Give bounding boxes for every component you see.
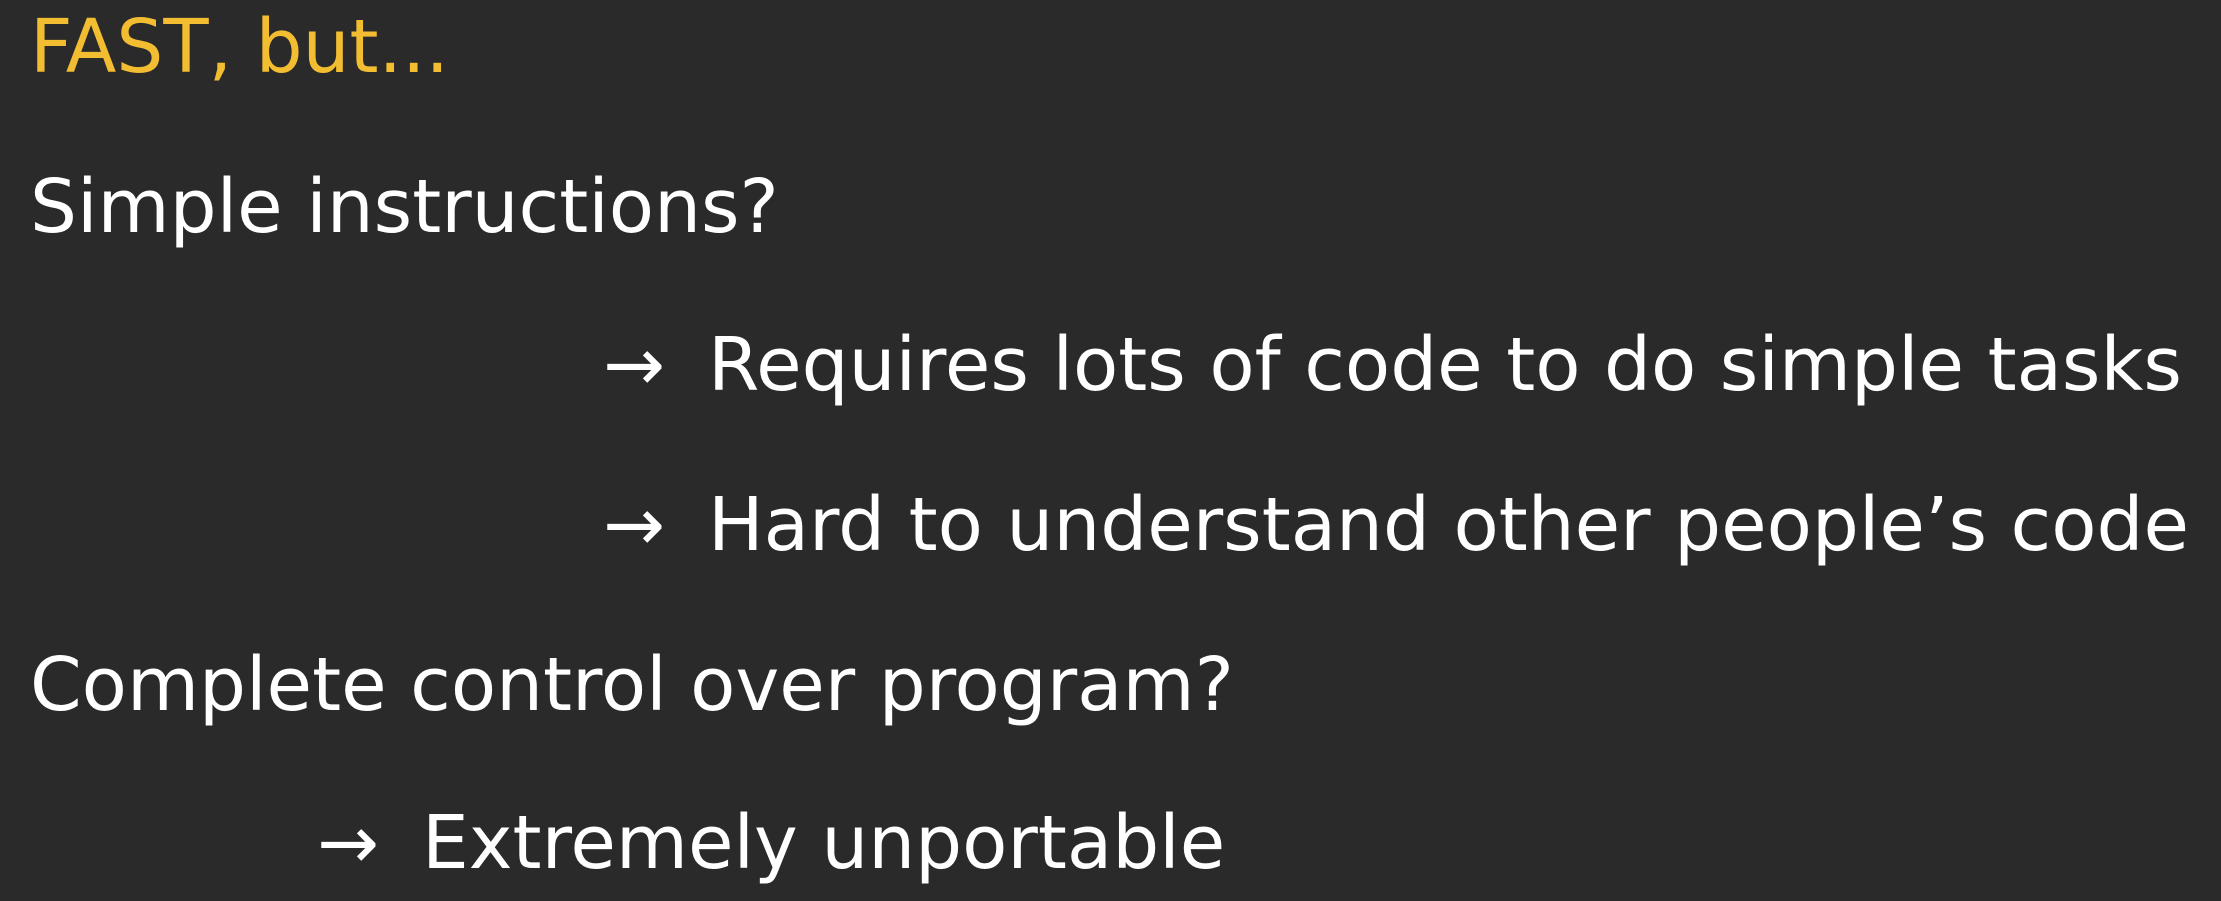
right-arrow-icon: →: [603, 322, 666, 408]
answer-hard-to-understand: → Hard to understand other people’s code: [603, 488, 2189, 562]
question-complete-control: Complete control over program?: [30, 642, 1234, 728]
answer-lots-of-code: → Requires lots of code to do simple task…: [603, 328, 2182, 402]
answer-text: Hard to understand other people’s code: [708, 482, 2190, 568]
slide-title: FAST, but...: [30, 4, 450, 90]
answer-text: Extremely unportable: [422, 800, 1226, 886]
answer-text: Requires lots of code to do simple tasks: [708, 322, 2182, 408]
right-arrow-icon: →: [317, 800, 380, 886]
right-arrow-icon: →: [603, 482, 666, 568]
answer-unportable: → Extremely unportable: [317, 806, 1225, 880]
slide: FAST, but... Simple instructions? → Requi…: [0, 0, 2221, 901]
question-simple-instructions: Simple instructions?: [30, 164, 779, 250]
